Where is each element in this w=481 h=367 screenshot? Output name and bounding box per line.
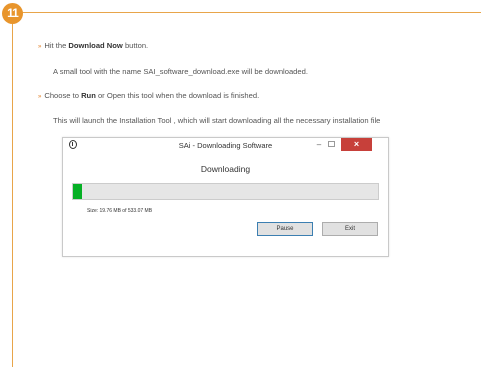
instruction-4: This will launch the Installation Tool ,… — [53, 116, 381, 125]
step-number-badge: 11 — [2, 3, 23, 24]
instruction-1: » Hit the Download Now button. — [38, 41, 149, 50]
exit-button[interactable]: Exit — [322, 222, 378, 236]
download-size-label: Size: 19.76 MB of 533.07 MB — [87, 208, 153, 214]
bullet-icon: » — [38, 44, 42, 50]
instruction-2: A small tool with the name SAI_software_… — [53, 67, 308, 76]
instruction-3: » Choose to Run or Open this tool when th… — [38, 91, 260, 100]
frame-left-border — [12, 12, 13, 367]
pause-button[interactable]: Pause — [257, 222, 313, 236]
frame-top-border — [12, 12, 481, 13]
dialog-title: SAi - Downloading Software — [178, 141, 273, 150]
download-status-label: Downloading — [200, 164, 251, 174]
bullet-icon: » — [38, 94, 42, 100]
close-button[interactable]: × — [341, 138, 372, 151]
progress-bar — [72, 183, 379, 200]
dialog-titlebar[interactable]: SAi - Downloading Software – × — [63, 138, 388, 153]
download-dialog: SAi - Downloading Software – × Downloadi… — [62, 137, 389, 257]
minimize-button[interactable]: – — [314, 140, 324, 149]
progress-bar-fill — [73, 184, 82, 199]
maximize-button[interactable] — [328, 141, 335, 147]
